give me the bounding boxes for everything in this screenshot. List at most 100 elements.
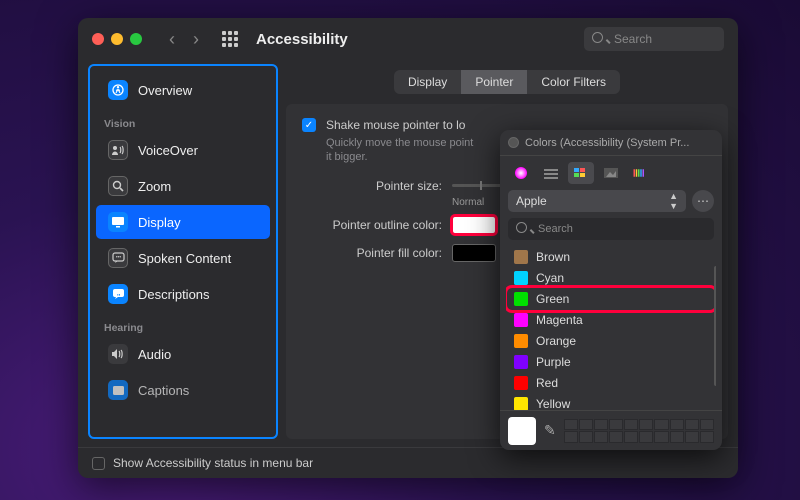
- audio-icon: [108, 344, 128, 364]
- back-button[interactable]: ‹: [162, 29, 182, 50]
- image-palettes-tab[interactable]: [598, 162, 624, 184]
- eyedropper-button[interactable]: ✎: [544, 422, 556, 439]
- tab-display[interactable]: Display: [394, 70, 461, 94]
- close-icon[interactable]: [92, 33, 104, 45]
- color-row-orange[interactable]: Orange: [508, 331, 714, 351]
- color-list: Brown Cyan Green Magenta Orange Purple R…: [506, 246, 716, 410]
- shake-checkbox[interactable]: ✓: [302, 118, 316, 132]
- sidebar-item-label: Overview: [138, 83, 192, 98]
- color-mode-tabs: [500, 156, 722, 190]
- color-row-green[interactable]: Green: [508, 289, 714, 309]
- sidebar-item-label: Display: [138, 215, 181, 230]
- sidebar-section-hearing: Hearing: [90, 312, 276, 336]
- fullscreen-icon[interactable]: [130, 33, 142, 45]
- sidebar-item-audio[interactable]: Audio: [96, 337, 270, 371]
- voiceover-icon: [108, 140, 128, 160]
- sidebar-item-overview[interactable]: Overview: [96, 73, 270, 107]
- sidebar-item-label: Captions: [138, 383, 189, 398]
- search-placeholder: Search: [538, 223, 573, 235]
- popover-title: Colors (Accessibility (System Pr...: [525, 137, 714, 149]
- overview-icon: [108, 80, 128, 100]
- color-row-cyan[interactable]: Cyan: [508, 268, 714, 288]
- outline-color-label: Pointer outline color:: [302, 218, 442, 232]
- spoken-content-icon: •••: [108, 248, 128, 268]
- zoom-icon: [108, 176, 128, 196]
- swatch-icon: [514, 271, 528, 285]
- current-color-swatch[interactable]: [508, 417, 536, 445]
- color-name: Red: [536, 376, 558, 390]
- chevron-updown-icon: ▲▼: [669, 191, 678, 211]
- sidebar-item-display[interactable]: Display: [96, 205, 270, 239]
- sidebar-item-spoken-content[interactable]: ••• Spoken Content: [96, 241, 270, 275]
- menubar-checkbox[interactable]: [92, 457, 105, 470]
- colors-popover: Colors (Accessibility (System Pr... Appl…: [500, 130, 722, 450]
- color-row-brown[interactable]: Brown: [508, 247, 714, 267]
- popover-titlebar: Colors (Accessibility (System Pr...: [500, 130, 722, 156]
- swatch-icon: [514, 355, 528, 369]
- color-row-red[interactable]: Red: [508, 373, 714, 393]
- sidebar-item-label: Audio: [138, 347, 171, 362]
- popover-footer: ✎: [500, 410, 722, 450]
- tabbar: Display Pointer Color Filters: [286, 70, 728, 94]
- svg-text:•••: •••: [115, 255, 121, 261]
- color-row-purple[interactable]: Purple: [508, 352, 714, 372]
- color-name: Brown: [536, 250, 570, 264]
- color-palettes-tab[interactable]: [568, 162, 594, 184]
- titlebar: ‹ › Accessibility Search: [78, 18, 738, 60]
- color-name: Purple: [536, 355, 571, 369]
- sidebar-item-label: Zoom: [138, 179, 171, 194]
- search-icon: [592, 32, 608, 46]
- sidebar-item-captions[interactable]: Captions: [96, 373, 270, 407]
- fill-color-label: Pointer fill color:: [302, 246, 442, 260]
- palette-select[interactable]: Apple ▲▼: [508, 190, 686, 212]
- swatch-icon: [514, 292, 528, 306]
- popover-close-icon[interactable]: [508, 137, 519, 148]
- swatch-icon: [514, 334, 528, 348]
- color-name: Cyan: [536, 271, 564, 285]
- pointer-size-label: Pointer size:: [302, 179, 442, 193]
- color-search-input[interactable]: Search: [508, 218, 714, 240]
- color-name: Magenta: [536, 313, 583, 327]
- palette-name: Apple: [516, 194, 547, 208]
- search-placeholder: Search: [614, 32, 652, 46]
- shake-label: Shake mouse pointer to lo: [326, 118, 465, 132]
- scrollbar[interactable]: [714, 266, 716, 386]
- svg-text:,,: ,,: [117, 291, 121, 297]
- palette-options-button[interactable]: ⋯: [692, 190, 714, 212]
- fill-color-well[interactable]: [452, 244, 496, 262]
- tab-color-filters[interactable]: Color Filters: [527, 70, 620, 94]
- search-icon: [516, 222, 532, 236]
- sidebar-item-label: Descriptions: [138, 287, 210, 302]
- all-prefs-button[interactable]: [222, 31, 238, 47]
- sidebar-section-vision: Vision: [90, 108, 276, 132]
- color-wheel-tab[interactable]: [508, 162, 534, 184]
- nav-arrows: ‹ ›: [162, 29, 206, 50]
- search-input[interactable]: Search: [584, 27, 724, 51]
- captions-icon: [108, 380, 128, 400]
- color-row-yellow[interactable]: Yellow: [508, 394, 714, 410]
- color-name: Green: [536, 292, 569, 306]
- menubar-label: Show Accessibility status in menu bar: [113, 456, 313, 470]
- pencils-tab[interactable]: [628, 162, 654, 184]
- swatch-icon: [514, 250, 528, 264]
- tab-pointer[interactable]: Pointer: [461, 70, 527, 94]
- sidebar-item-voiceover[interactable]: VoiceOver: [96, 133, 270, 167]
- sidebar-item-zoom[interactable]: Zoom: [96, 169, 270, 203]
- sidebar-item-label: VoiceOver: [138, 143, 198, 158]
- color-name: Orange: [536, 334, 576, 348]
- sidebar-item-descriptions[interactable]: ,, Descriptions: [96, 277, 270, 311]
- sidebar-item-label: Spoken Content: [138, 251, 231, 266]
- color-row-magenta[interactable]: Magenta: [508, 310, 714, 330]
- swatch-icon: [514, 397, 528, 410]
- window-title: Accessibility: [256, 31, 348, 48]
- forward-button[interactable]: ›: [186, 29, 206, 50]
- outline-color-well[interactable]: [452, 216, 496, 234]
- color-sliders-tab[interactable]: [538, 162, 564, 184]
- swatch-icon: [514, 376, 528, 390]
- swatch-grid[interactable]: [564, 419, 714, 443]
- display-icon: [108, 212, 128, 232]
- window-controls: [92, 33, 142, 45]
- color-name: Yellow: [536, 397, 570, 410]
- minimize-icon[interactable]: [111, 33, 123, 45]
- footer: Show Accessibility status in menu bar: [78, 447, 738, 478]
